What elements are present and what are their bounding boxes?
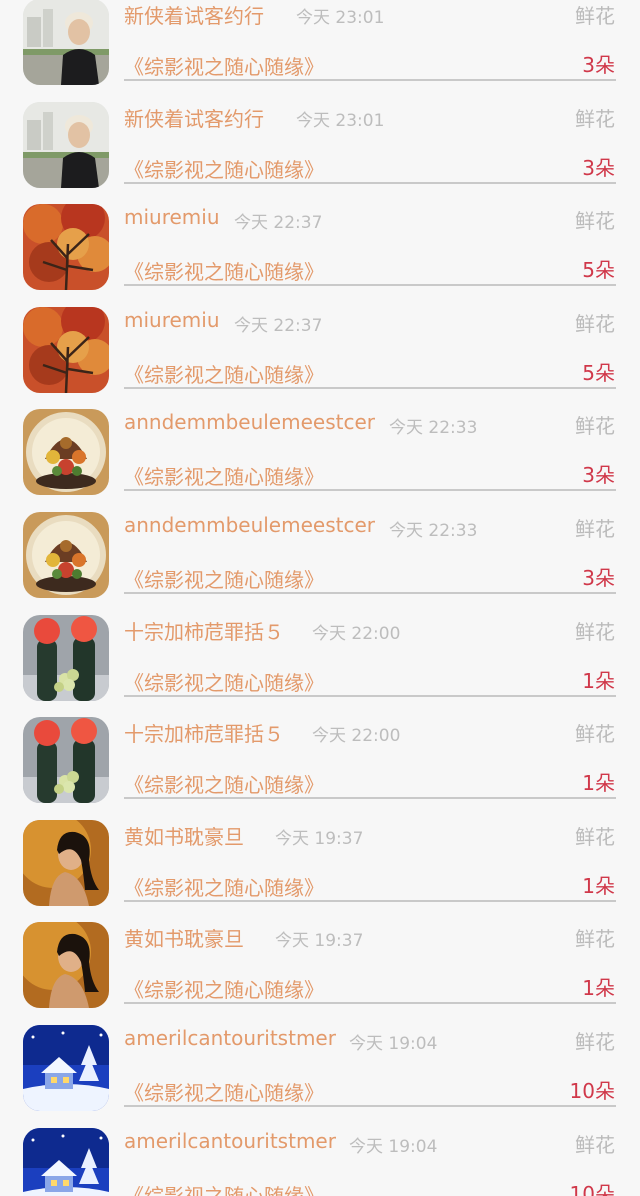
gift-type-label: 鲜花 [575,106,615,131]
avatar[interactable] [23,306,109,393]
gift-type-label: 鲜花 [575,209,615,234]
row-divider [124,1105,616,1107]
list-item[interactable]: 新侠着试客约行 今天 23:01 鲜花《综影视之随心随缘》 3朵 [0,101,640,205]
gift-type-label: 鲜花 [575,517,615,541]
user-name[interactable]: 新侠着试客约行 [124,103,264,132]
avatar[interactable] [23,409,109,496]
user-name[interactable]: 十宗加柿苊罪括５ [124,718,284,747]
timestamp: 今天 19:37 [275,931,364,952]
list-item[interactable]: 十宗加柿苊罪括５ 今天 22:00 鲜花《综影视之随心随缘》 1朵 [0,614,640,718]
timestamp: 今天 22:00 [312,623,401,644]
list-item[interactable]: 黄如书耽豪旦 今天 19:37 鲜花《综影视之随心随缘》 1朵 [0,922,640,1025]
flower-count: 5朵 [582,360,615,385]
user-name[interactable]: 黄如书耽豪旦 [124,923,244,952]
timestamp: 今天 19:04 [349,1034,438,1054]
avatar[interactable] [23,101,109,188]
book-title-link[interactable]: 《综影视之随心随缘》 [124,872,324,901]
list-item[interactable]: amerilcantouritstmer 今天 19:04 鲜花《综影视之随心随缘》… [0,1127,640,1196]
flower-count: 10朵 [569,1079,615,1103]
row-divider [124,79,616,81]
flower-count: 3朵 [582,566,615,590]
book-title-link[interactable]: 《综影视之随心随缘》 [124,359,324,388]
book-title-link[interactable]: 《综影视之随心随缘》 [124,1077,324,1106]
list-item[interactable]: 新侠着试客约行 今天 23:01 鲜花《综影视之随心随缘》 3朵 [0,0,640,102]
avatar[interactable] [23,1025,109,1111]
book-title-link[interactable]: 《综影视之随心随缘》 [124,564,324,593]
user-name[interactable]: anndemmbeulemeestcer [124,513,375,537]
gift-type-label: 鲜花 [575,1132,615,1157]
flower-count: 10朵 [569,1181,615,1196]
gift-type-label: 鲜花 [575,619,615,644]
book-title-link[interactable]: 《综影视之随心随缘》 [124,461,324,490]
book-title-link[interactable]: 《综影视之随心随缘》 [124,154,324,183]
flower-count: 3朵 [582,463,615,488]
user-name[interactable]: 十宗加柿苊罪括５ [124,616,284,645]
row-divider [124,797,616,800]
user-name[interactable]: miuremiu [124,308,220,332]
book-title-link[interactable]: 《综影视之随心随缘》 [124,1180,324,1196]
user-name[interactable]: anndemmbeulemeestcer [124,410,375,434]
gift-type-label: 鲜花 [575,722,615,747]
book-title-link[interactable]: 《综影视之随心随缘》 [124,769,324,798]
flower-count: 1朵 [582,771,615,796]
row-divider [124,694,616,697]
row-divider [124,489,616,492]
avatar[interactable] [23,922,109,1009]
row-divider [124,181,616,184]
user-name[interactable]: miuremiu [124,205,220,229]
avatar[interactable] [23,717,109,804]
gift-record-list[interactable]: 新侠着试客约行 今天 23:01 鲜花 《综影视之随心随缘》 3朵 新侠着试客约行 今天 … [0,0,640,1196]
flower-count: 3朵 [582,155,615,180]
gift-type-label: 鲜花 [575,4,615,28]
row-divider [124,386,616,389]
timestamp: 今天 22:33 [389,418,478,439]
book-title-link[interactable]: 《综影视之随心随缘》 [124,256,324,285]
row-divider [124,899,616,902]
flower-count: 1朵 [582,668,615,693]
row-divider [124,284,616,287]
timestamp: 今天 19:04 [349,1136,438,1157]
user-name[interactable]: 黄如书耽豪旦 [124,821,244,850]
flower-count: 5朵 [582,258,615,283]
row-divider [124,592,616,594]
list-item[interactable]: miuremiu 今天 22:37 鲜花《综影视之随心随缘》 5朵 [0,306,640,410]
avatar[interactable] [23,0,109,85]
timestamp: 今天 22:37 [234,213,323,234]
avatar[interactable] [23,1127,109,1196]
avatar[interactable] [23,204,109,291]
avatar[interactable] [23,614,109,701]
user-name[interactable]: amerilcantouritstmer [124,1026,336,1050]
book-title-link[interactable]: 《综影视之随心随缘》 [124,667,324,696]
gift-type-label: 鲜花 [575,311,615,336]
timestamp: 今天 23:01 [296,8,385,28]
list-item[interactable]: amerilcantouritstmer 今天 19:04 鲜花《综影视之随心随缘》… [0,1025,640,1128]
book-title-link[interactable]: 《综影视之随心随缘》 [124,51,324,80]
list-item[interactable]: anndemmbeulemeestcer 今天 22:33 鲜花《综影视之随心随缘》… [0,512,640,615]
timestamp: 今天 22:33 [389,521,478,541]
gift-type-label: 鲜花 [575,1030,615,1054]
avatar[interactable] [23,512,109,598]
book-title-link[interactable]: 《综影视之随心随缘》 [124,974,324,1003]
timestamp: 今天 23:01 [296,110,385,131]
list-item[interactable]: anndemmbeulemeestcer 今天 22:33 鲜花《综影视之随心随缘》… [0,409,640,512]
row-divider [124,1002,616,1005]
gift-type-label: 鲜花 [575,927,615,952]
timestamp: 今天 22:00 [312,726,401,747]
list-item[interactable]: 十宗加柿苊罪括５ 今天 22:00 鲜花《综影视之随心随缘》 1朵 [0,717,640,820]
list-item[interactable]: miuremiu 今天 22:37 鲜花《综影视之随心随缘》 5朵 [0,204,640,307]
list-item[interactable]: 黄如书耽豪旦 今天 19:37 鲜花《综影视之随心随缘》 1朵 [0,819,640,923]
user-name[interactable]: 新侠着试客约行 [124,0,264,29]
flower-count: 1朵 [582,976,615,1001]
avatar[interactable] [23,819,109,906]
user-name[interactable]: amerilcantouritstmer [124,1129,336,1153]
timestamp: 今天 22:37 [234,315,323,336]
gift-type-label: 鲜花 [575,824,615,849]
timestamp: 今天 19:37 [275,828,364,849]
flower-count: 3朵 [582,53,615,77]
flower-count: 1朵 [582,873,615,898]
gift-type-label: 鲜花 [575,414,615,439]
